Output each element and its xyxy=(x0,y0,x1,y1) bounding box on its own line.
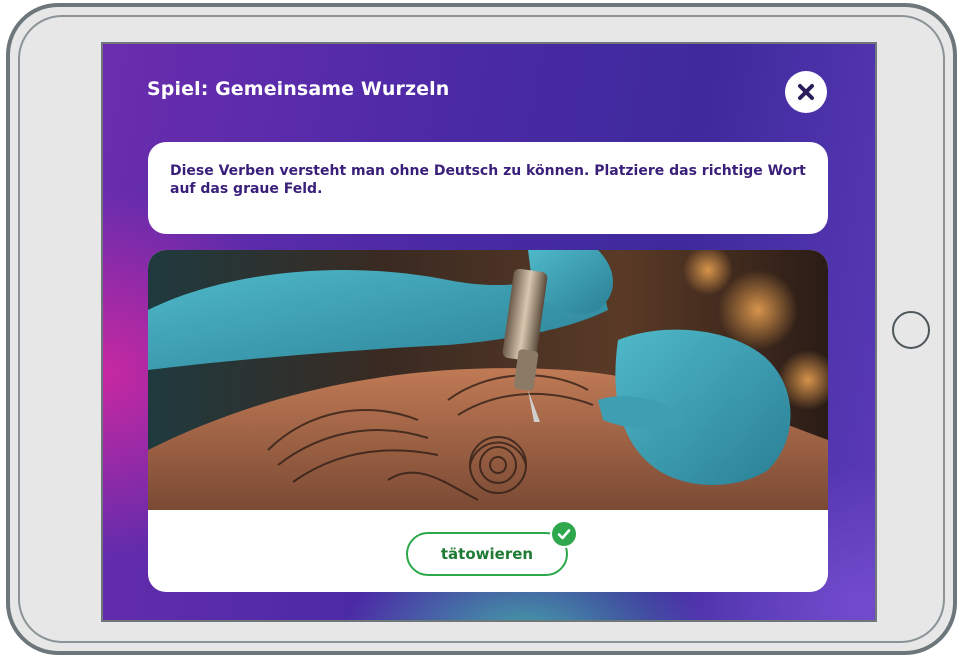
check-icon xyxy=(557,529,571,540)
game-screen: Spiel: Gemeinsame Wurzeln Diese Verben v… xyxy=(101,42,877,622)
close-button[interactable] xyxy=(785,71,827,113)
close-icon xyxy=(798,84,814,100)
exercise-card: tätowieren xyxy=(148,250,828,592)
home-button[interactable] xyxy=(892,311,930,349)
correct-badge xyxy=(550,520,578,548)
instruction-card: Diese Verben versteht man ohne Deutsch z… xyxy=(148,142,828,234)
instruction-text: Diese Verben versteht man ohne Deutsch z… xyxy=(170,163,806,197)
tattoo-photo xyxy=(148,250,828,510)
answer-word-tatowieren[interactable]: tätowieren xyxy=(406,532,568,576)
game-title: Spiel: Gemeinsame Wurzeln xyxy=(147,78,450,100)
